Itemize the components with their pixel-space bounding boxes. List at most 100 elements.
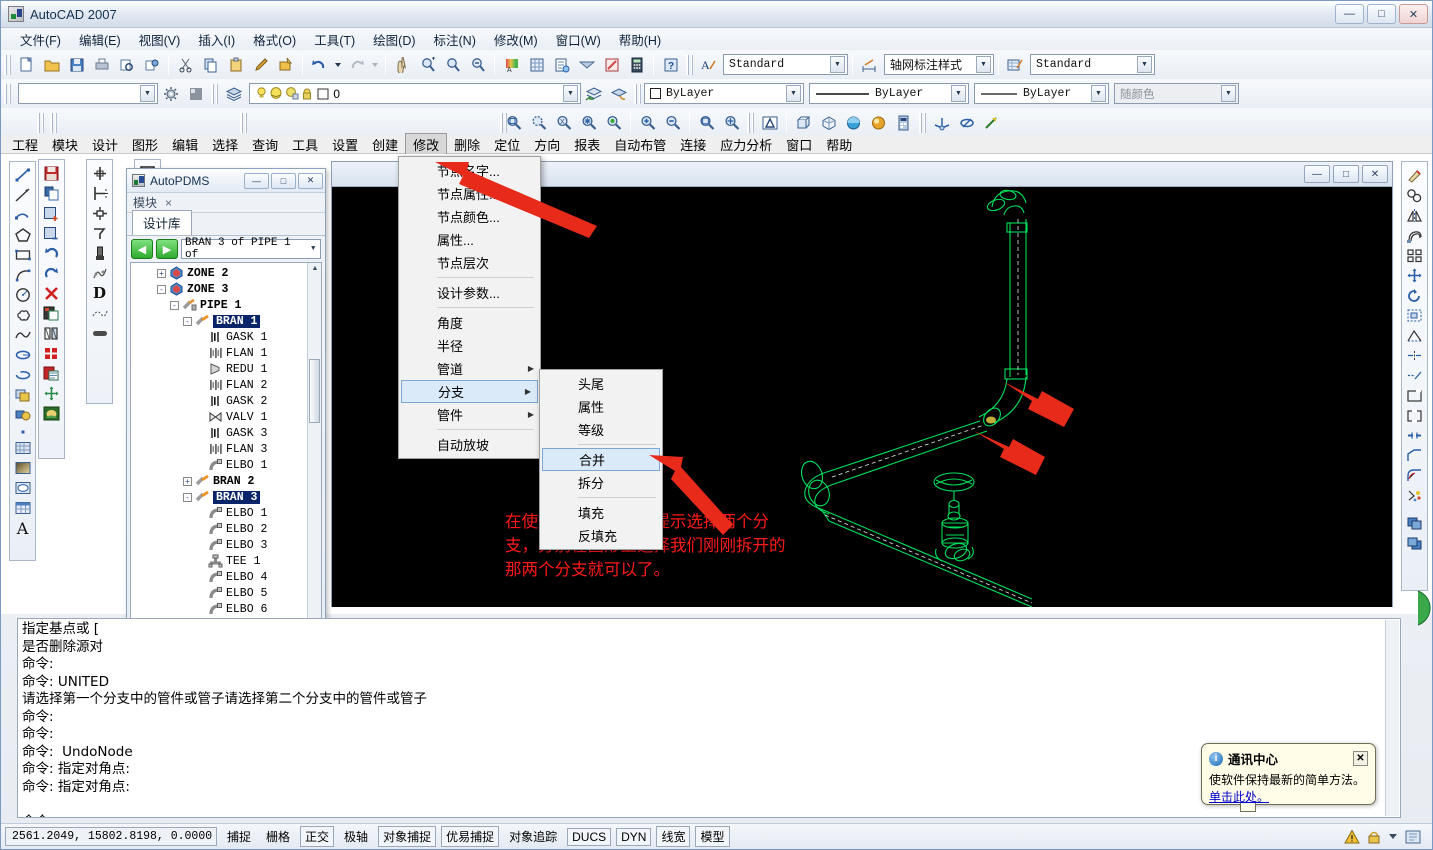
pdms-settings[interactable]: 设置	[325, 134, 365, 155]
tree-node[interactable]: - ZONE 3	[131, 281, 321, 297]
region-icon[interactable]	[12, 478, 34, 498]
tree-node[interactable]: ELBO 1	[131, 505, 321, 521]
grid-toggle[interactable]: 栅格	[261, 826, 295, 847]
zoom-all-icon[interactable]	[695, 111, 718, 134]
design-tree[interactable]: + ZONE 2- ZONE 3- PIPE 1- BRAN 1 GASK 1 FLAN 1…	[130, 262, 322, 669]
plot-preview-icon[interactable]	[115, 53, 138, 76]
pdms-query[interactable]: 查询	[245, 134, 285, 155]
minimize-button[interactable]: —	[1335, 4, 1364, 24]
table-draw-icon[interactable]	[12, 498, 34, 518]
collapse-icon[interactable]: -	[157, 284, 166, 294]
lineweight-combo[interactable]: ByLayer ▼	[974, 83, 1109, 104]
menu-tools[interactable]: 工具(T)	[305, 28, 364, 51]
break-icon[interactable]	[1404, 405, 1426, 425]
pdms-autoroute[interactable]: 自动布管	[607, 134, 673, 155]
plotstyle-combo[interactable]: 随颜色 ▼	[1114, 83, 1239, 104]
ucs-named-icon[interactable]	[955, 111, 978, 134]
path-combo[interactable]: BRAN 3 of PIPE 1 of ▼	[181, 237, 321, 261]
zoom-previous-icon[interactable]	[466, 53, 489, 76]
undo-node-icon[interactable]	[41, 243, 63, 263]
pdms-delete[interactable]: 删除	[447, 134, 487, 155]
menu-format[interactable]: 格式(O)	[244, 28, 305, 51]
balloon-close-button[interactable]: ✕	[1353, 751, 1368, 766]
send-to-back-icon[interactable]	[1404, 533, 1426, 553]
table-icon[interactable]	[525, 53, 548, 76]
expand-icon[interactable]: +	[157, 268, 166, 278]
zoom-center-icon[interactable]	[577, 111, 600, 134]
drawing-maximize-button[interactable]: □	[1333, 165, 1359, 183]
close-button[interactable]: ✕	[1399, 4, 1428, 24]
named-views-icon[interactable]	[758, 111, 781, 134]
render-view-icon[interactable]	[867, 111, 890, 134]
redo-node-icon[interactable]	[41, 263, 63, 283]
cut-icon[interactable]	[174, 53, 197, 76]
mirror-icon[interactable]	[1404, 205, 1426, 225]
zoom-dynamic-icon[interactable]	[527, 111, 550, 134]
modify-menu-item-4[interactable]: 节点层次	[399, 251, 540, 274]
zoom-realtime-icon[interactable]	[416, 53, 439, 76]
save-icon[interactable]	[65, 53, 88, 76]
drawing-minimize-button[interactable]: —	[1304, 165, 1330, 183]
rectangle-icon[interactable]	[12, 245, 34, 265]
scroll-up-icon[interactable]: ▲	[310, 265, 320, 275]
new-icon[interactable]	[15, 53, 38, 76]
explode-icon[interactable]	[1404, 485, 1426, 505]
tab-design-library[interactable]: 设计库	[132, 210, 192, 235]
modify-menu-item-10[interactable]: 管道 ▶	[399, 357, 540, 380]
pdms-orientation[interactable]: 方向	[527, 134, 567, 155]
move-node-icon[interactable]	[41, 383, 63, 403]
pdms-connect[interactable]: 连接	[673, 134, 713, 155]
workspace-lock-icon[interactable]	[184, 82, 207, 105]
chevron-down-icon[interactable]: ▼	[951, 85, 966, 102]
pipe-node-icon[interactable]	[89, 163, 111, 183]
stretch-icon[interactable]	[1404, 325, 1426, 345]
gradient-icon[interactable]	[12, 458, 34, 478]
toolbar-grip[interactable]	[50, 112, 57, 133]
palette-subtab-close-icon[interactable]: ×	[165, 196, 172, 210]
markup-icon[interactable]	[600, 53, 623, 76]
capsule-icon[interactable]	[89, 323, 111, 343]
join-icon[interactable]	[1404, 425, 1426, 445]
tree-node[interactable]: + BRAN 2	[131, 473, 321, 489]
pdms-modify[interactable]: 修改	[405, 132, 448, 156]
undo-dropdown-icon[interactable]	[333, 53, 343, 76]
toolbar-grip[interactable]	[634, 83, 641, 104]
modify-menu-item-14[interactable]: 自动放坡	[399, 433, 540, 456]
nozzle-icon[interactable]	[89, 223, 111, 243]
move-icon[interactable]	[1404, 265, 1426, 285]
tree-node[interactable]: ELBO 6	[131, 601, 321, 617]
render-icon[interactable]: A	[500, 53, 523, 76]
palette-maximize-button[interactable]: □	[271, 172, 296, 189]
chevron-down-icon[interactable]: ▼	[306, 245, 320, 253]
branch-node-icon[interactable]	[89, 183, 111, 203]
toolbar-grip[interactable]	[37, 112, 44, 133]
tree-node[interactable]: GASK 3	[131, 425, 321, 441]
menu-window[interactable]: 窗口(W)	[547, 28, 610, 51]
tree-node[interactable]: ELBO 4	[131, 569, 321, 585]
tree-vertical-scrollbar[interactable]: ▲ ▼	[307, 263, 321, 668]
line-icon[interactable]	[12, 165, 34, 185]
toolbar-grip[interactable]	[4, 83, 11, 104]
erase-icon[interactable]	[1404, 165, 1426, 185]
model-toggle[interactable]: 模型	[695, 826, 730, 847]
zoom-in-icon[interactable]	[636, 111, 659, 134]
tree-node[interactable]: + ZONE 2	[131, 265, 321, 281]
objtrack-toggle[interactable]: 对象追踪	[504, 826, 562, 847]
toolbar-grip[interactable]	[747, 112, 754, 133]
drawing-close-button[interactable]: ✕	[1362, 165, 1388, 183]
fillet-icon[interactable]	[1404, 465, 1426, 485]
text-style-combo[interactable]: Standard ▼	[723, 54, 848, 75]
node-props-icon[interactable]	[41, 303, 63, 323]
pdms-help[interactable]: 帮助	[819, 134, 859, 155]
pdms-design[interactable]: 设计	[85, 134, 125, 155]
view-iso-icon[interactable]	[817, 111, 840, 134]
ellipse-arc-icon[interactable]	[12, 365, 34, 385]
dim-style-icon[interactable]	[858, 53, 881, 76]
modify-menu-item-9[interactable]: 半径	[399, 334, 540, 357]
pdms-project[interactable]: 工程	[5, 134, 45, 155]
tree-node[interactable]: ELBO 1	[131, 457, 321, 473]
layer-make-current-icon[interactable]	[607, 82, 630, 105]
chevron-icon[interactable]	[1388, 830, 1398, 844]
polar-toggle[interactable]: 极轴	[339, 826, 373, 847]
ellipse-icon[interactable]	[12, 345, 34, 365]
